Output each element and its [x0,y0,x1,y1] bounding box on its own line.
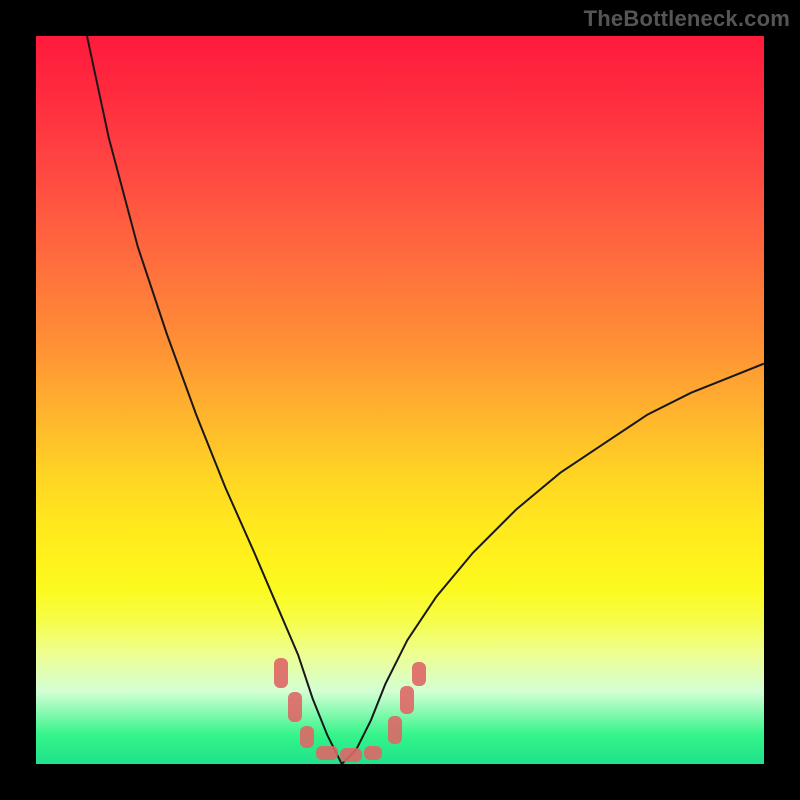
curve-marker [316,746,338,760]
curve-marker [364,746,382,760]
curve-marker [340,748,362,762]
plot-area [36,36,764,764]
watermark-text: TheBottleneck.com [584,6,790,32]
chart-frame: TheBottleneck.com [0,0,800,800]
curve-marker [288,692,302,722]
curve-marker [400,686,414,714]
curve-marker [412,662,426,686]
curve-marker [388,716,402,744]
bottleneck-curve [36,36,764,764]
curve-marker [274,658,288,688]
curve-path [87,36,764,764]
curve-marker [300,726,314,748]
